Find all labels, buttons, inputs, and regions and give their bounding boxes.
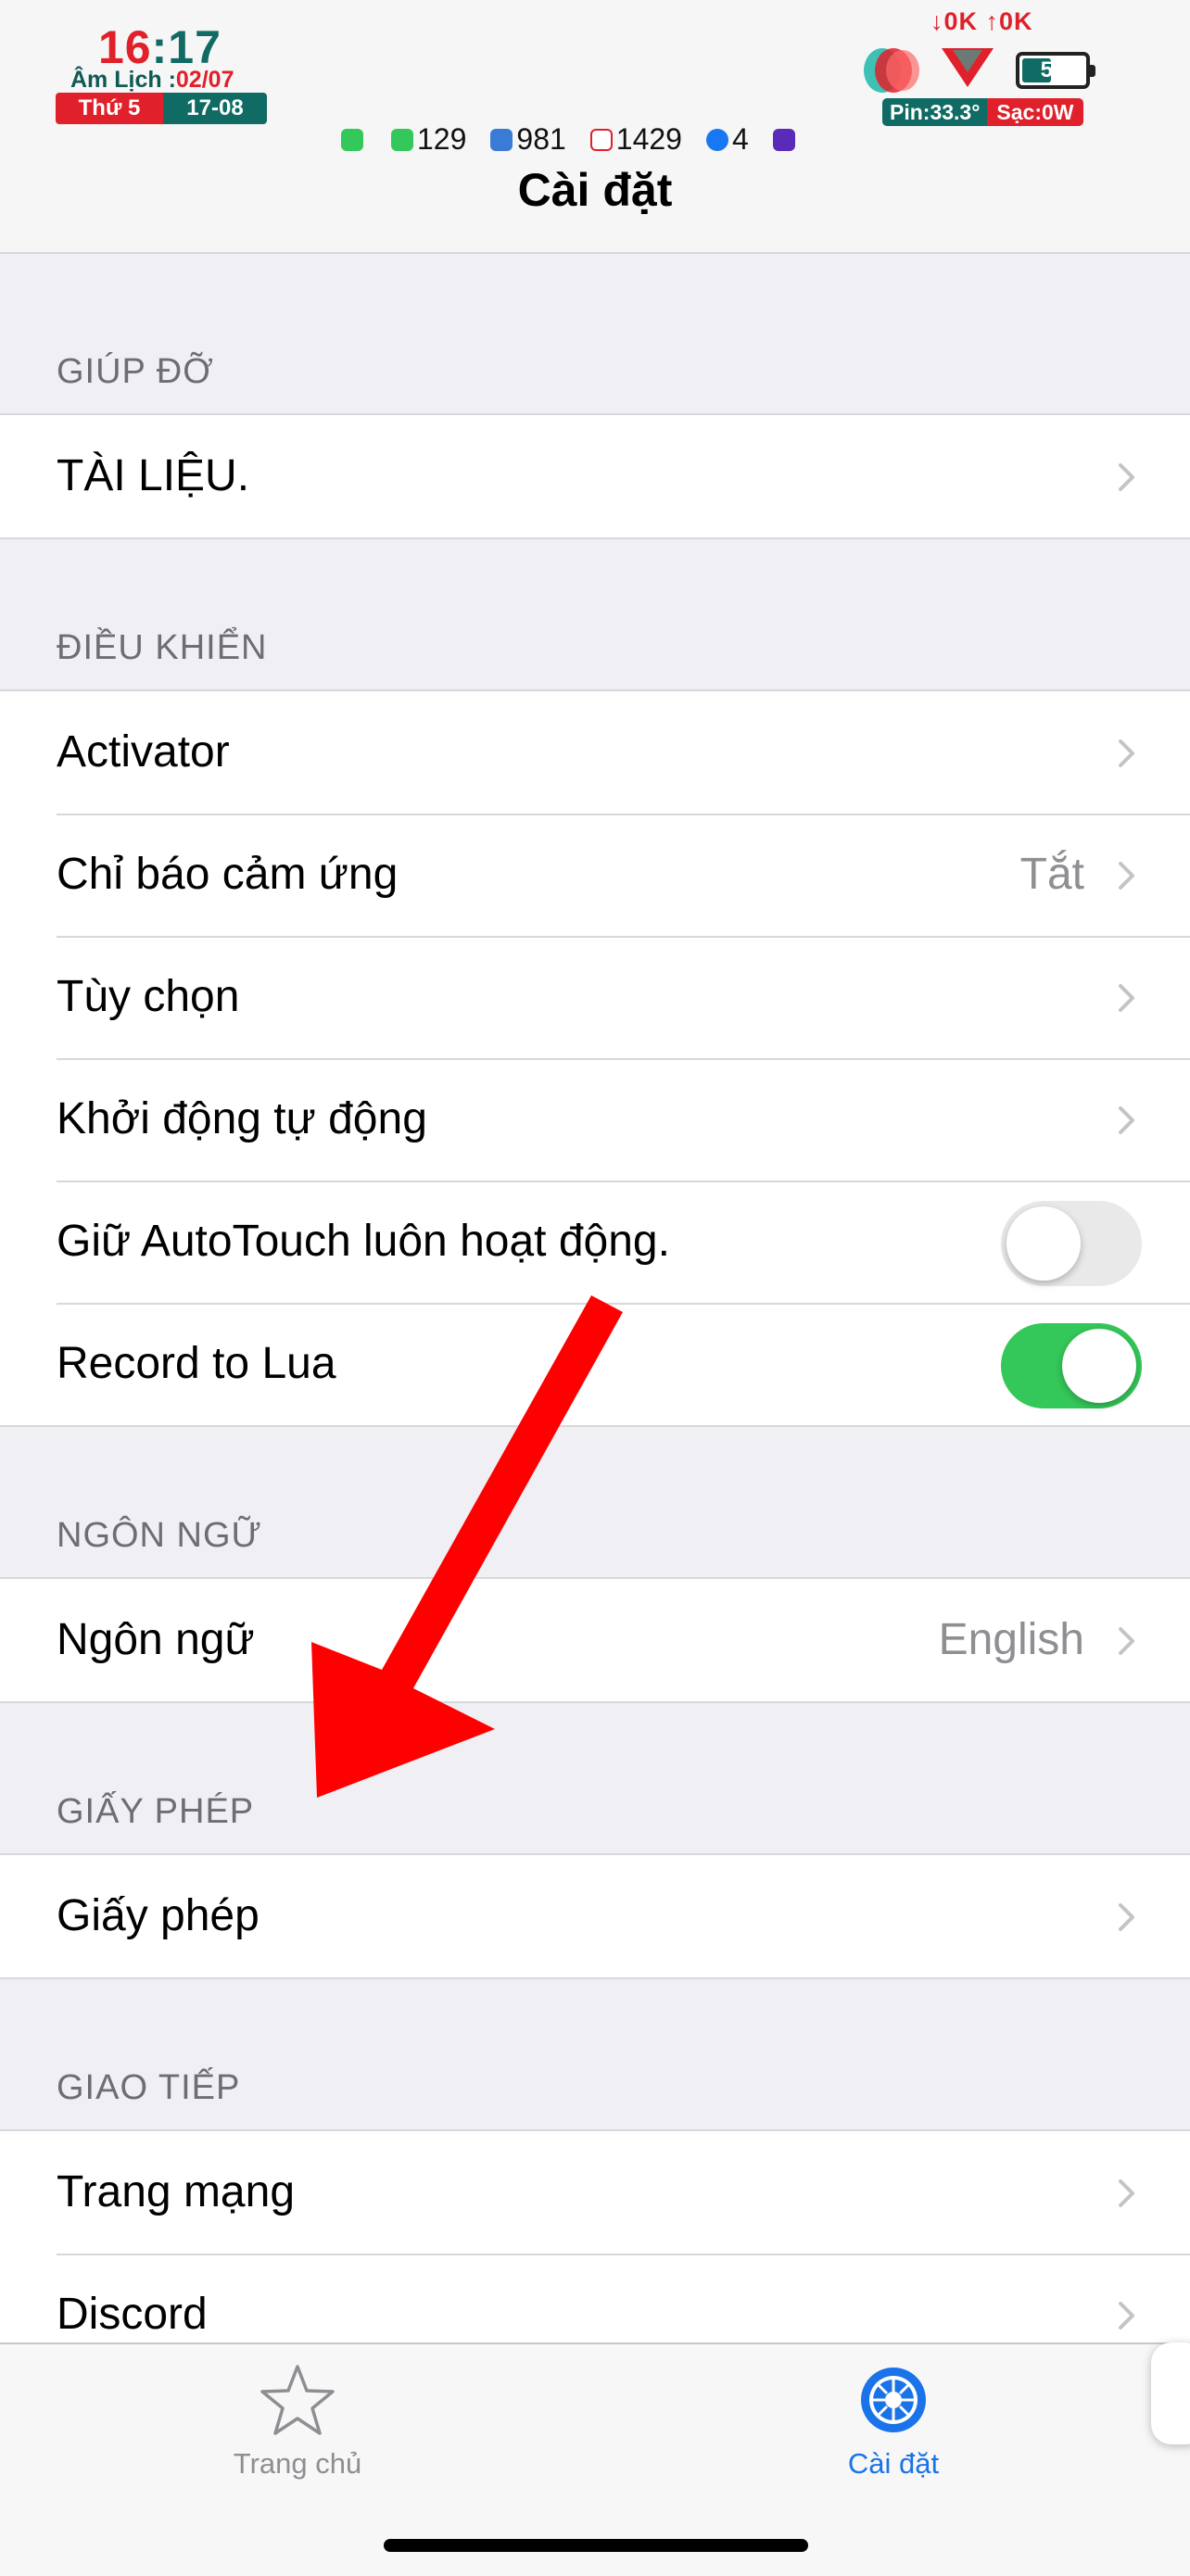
- pin-info: Pin:33.3° Sạc:0W: [882, 98, 1083, 126]
- date-bar: Thứ 5 17-08: [56, 93, 267, 124]
- keep-active-toggle[interactable]: [1001, 1201, 1142, 1286]
- group-license: Giấy phép: [0, 1853, 1190, 1979]
- star-app-icon: [772, 128, 795, 151]
- date-label: 17-08: [163, 93, 267, 124]
- row-label: TÀI LIỆU.: [57, 451, 250, 500]
- weekday-label: Thứ 5: [56, 93, 163, 124]
- home-indicator[interactable]: [384, 2539, 808, 2552]
- net-speed: ↓0K ↑0K: [930, 7, 1033, 35]
- section-header-control: ĐIỀU KHIỂN: [57, 628, 268, 667]
- notification-badges: 129 981 1429 4: [341, 122, 823, 157]
- status-header: 16:17 Âm Lịch :02/07 Thứ 5 17-08 ↓0K ↑0K…: [0, 0, 1190, 254]
- row-label: Activator: [57, 727, 230, 777]
- facebook-icon: [705, 128, 728, 151]
- chevron-right-icon: [1119, 739, 1134, 767]
- chevron-right-icon: [1119, 1106, 1134, 1134]
- row-label: Tùy chọn: [57, 972, 240, 1021]
- badge-facebook: 4: [705, 122, 749, 157]
- row-autostart[interactable]: Khởi động tự động: [0, 1058, 1190, 1181]
- widget-layers-icon: [864, 48, 919, 93]
- badge-phone: [341, 128, 367, 151]
- badge-messages: 129: [391, 122, 466, 157]
- clock-hour: 16: [98, 21, 152, 73]
- assistive-touch-button[interactable]: [1151, 2342, 1190, 2444]
- charge-rate: Sạc:0W: [987, 98, 1083, 126]
- row-touch-indicator[interactable]: Chỉ báo cảm ứng Tắt: [0, 814, 1190, 936]
- row-label: Khởi động tự động: [57, 1094, 427, 1143]
- chevron-right-icon: [1119, 862, 1134, 890]
- toggle-knob: [1006, 1206, 1081, 1281]
- red-arrow-annotation: [311, 1295, 623, 1798]
- section-header-language: NGÔN NGỮ: [57, 1516, 263, 1555]
- row-documentation[interactable]: TÀI LIỆU.: [0, 415, 1190, 537]
- tab-settings-label: Cài đặt: [847, 2447, 940, 2480]
- star-icon: [260, 2365, 335, 2435]
- page-title: Cài đặt: [517, 164, 673, 216]
- toggle-knob: [1062, 1329, 1136, 1403]
- phone-icon: [341, 128, 363, 151]
- row-label: Giấy phép: [57, 1891, 260, 1940]
- row-value: Tắt: [1019, 850, 1084, 899]
- battery-level: 51: [1040, 57, 1066, 82]
- wifi-icon: [942, 48, 994, 87]
- pin-temperature: Pin:33.3°: [882, 98, 988, 126]
- row-label: Trang mạng: [57, 2167, 296, 2216]
- row-label: Ngôn ngữ: [57, 1615, 255, 1664]
- row-website[interactable]: Trang mạng: [0, 2131, 1190, 2254]
- gear-icon: [861, 2368, 926, 2432]
- tab-settings[interactable]: Cài đặt: [773, 2363, 1014, 2481]
- battery-icon: 51: [1016, 52, 1095, 89]
- lunar-value: 02/07: [175, 67, 234, 93]
- section-header-license: GIẤY PHÉP: [57, 1792, 255, 1831]
- row-license[interactable]: Giấy phép: [0, 1855, 1190, 1977]
- tab-home-label: Trang chủ: [233, 2447, 362, 2480]
- badge-star: [772, 128, 799, 151]
- group-communication: Trang mạng Discord: [0, 2129, 1190, 2376]
- lunar-label: Âm Lịch :: [70, 67, 176, 93]
- row-label: Chỉ báo cảm ứng: [57, 850, 399, 899]
- app-badge-icon: [490, 128, 513, 151]
- section-header-communication: GIAO TIẾP: [57, 2068, 241, 2107]
- record-lua-toggle[interactable]: [1001, 1323, 1142, 1408]
- badge-app: 981: [490, 122, 566, 157]
- row-value: English: [938, 1615, 1084, 1664]
- chevron-right-icon: [1119, 463, 1134, 491]
- clock-minute: 17: [168, 21, 222, 73]
- chevron-right-icon: [1119, 1903, 1134, 1931]
- chevron-right-icon: [1119, 1627, 1134, 1655]
- chevron-right-icon: [1119, 984, 1134, 1012]
- row-activator[interactable]: Activator: [0, 691, 1190, 814]
- section-header-help: GIÚP ĐỠ: [57, 352, 214, 391]
- badge-gmail: 1429: [589, 122, 682, 157]
- chevron-right-icon: [1119, 2302, 1134, 2330]
- row-options[interactable]: Tùy chọn: [0, 936, 1190, 1058]
- lunar-date: Âm Lịch :02/07: [70, 67, 234, 94]
- group-help: TÀI LIỆU.: [0, 413, 1190, 539]
- messages-icon: [391, 128, 413, 151]
- chevron-right-icon: [1119, 2179, 1134, 2207]
- gmail-icon: [589, 128, 613, 151]
- tab-home[interactable]: Trang chủ: [177, 2363, 418, 2481]
